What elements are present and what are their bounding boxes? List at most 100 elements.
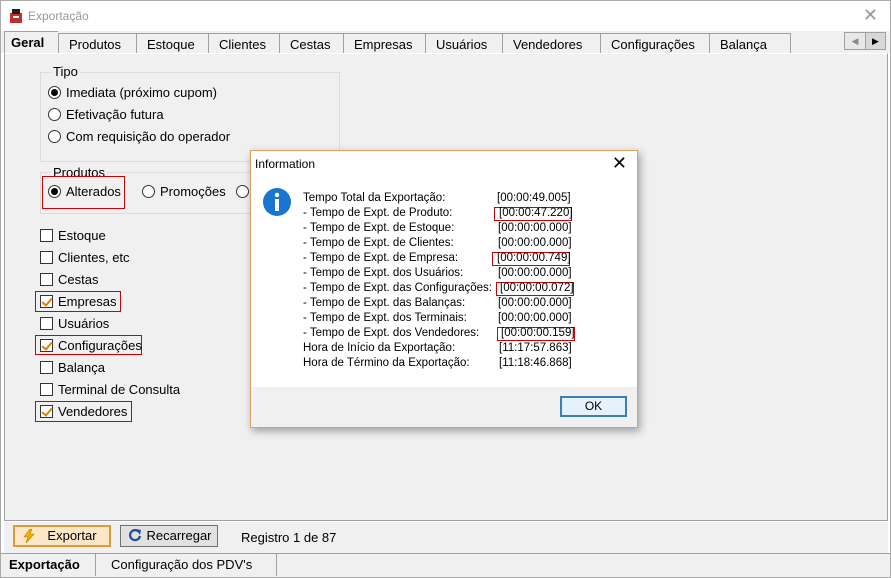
check-configuracoes[interactable]: Configurações	[40, 338, 142, 353]
dialog-line-label: - Tempo de Expt. de Produto:	[303, 207, 453, 219]
reload-icon	[128, 529, 142, 542]
dialog-line-label: - Tempo de Expt. dos Usuários:	[303, 267, 464, 279]
check-empresas[interactable]: Empresas	[40, 294, 117, 309]
tab-clientes[interactable]: Clientes	[208, 33, 279, 53]
dialog-line-label: - Tempo de Expt. das Configurações:	[303, 282, 493, 294]
chevron-left-icon[interactable]: ◀	[845, 33, 865, 49]
dialog-line-label: Tempo Total da Exportação:	[303, 192, 446, 204]
checkbox-label: Empresas	[58, 294, 117, 309]
checkbox-label: Cestas	[58, 272, 99, 287]
dialog-line-value: [00:00:00.000]	[498, 267, 572, 279]
tab-strip: Geral Produtos Estoque Clientes Cestas E…	[1, 31, 890, 53]
app-icon	[10, 9, 22, 23]
tab-exportacao[interactable]: Exportação	[4, 554, 96, 576]
dialog-line-value: [00:00:00.000]	[498, 222, 572, 234]
checkbox-label: Terminal de Consulta	[58, 382, 181, 397]
lightning-icon	[23, 529, 35, 543]
close-icon[interactable]: ✕	[863, 5, 878, 25]
tab-vendedores[interactable]: Vendedores	[502, 33, 600, 53]
checkbox[interactable]	[40, 361, 53, 374]
check-estoque[interactable]: Estoque	[40, 228, 106, 243]
radio-label: Promoções	[160, 184, 226, 199]
radio-button[interactable]	[48, 108, 61, 121]
dialog-line-value: [00:00:49.005]	[497, 192, 571, 204]
export-button[interactable]: Exportar	[13, 525, 111, 547]
ok-button[interactable]: OK	[560, 396, 627, 417]
tab-empresas[interactable]: Empresas	[343, 33, 425, 53]
reload-button[interactable]: Recarregar	[120, 525, 218, 547]
radio-label: Efetivação futura	[66, 107, 164, 122]
checkbox-label: Clientes, etc	[58, 250, 130, 265]
radio-com-requisicao[interactable]: Com requisição do operador	[48, 129, 230, 144]
radio-button[interactable]	[236, 185, 249, 198]
tab-usuarios[interactable]: Usuários	[425, 33, 502, 53]
dialog-line-value: [00:00:00.000]	[498, 312, 572, 324]
info-icon	[263, 188, 291, 216]
chevron-right-icon[interactable]: ▶	[865, 33, 885, 49]
dialog-line-label: Hora de Término da Exportação:	[303, 357, 470, 369]
radio-alterados[interactable]: Alterados	[48, 184, 121, 199]
check-balanca[interactable]: Balança	[40, 360, 105, 375]
dialog-line-label: - Tempo de Expt. de Clientes:	[303, 237, 454, 249]
record-counter: Registro 1 de 87	[241, 530, 337, 545]
dialog-line-value: [00:00:00.072]	[500, 282, 574, 294]
dialog-line-value: [11:18:46.868]	[499, 357, 572, 369]
radio-label: Com requisição do operador	[66, 129, 231, 144]
close-icon[interactable]: ✕	[612, 153, 627, 174]
check-usuarios[interactable]: Usuários	[40, 316, 109, 331]
tab-configuracoes[interactable]: Configurações	[600, 33, 709, 53]
dialog-line-label: - Tempo de Expt. das Balanças:	[303, 297, 466, 309]
dialog-line-value: [11:17:57.863]	[499, 342, 572, 354]
dialog-line-label: - Tempo de Expt. dos Terminais:	[303, 312, 467, 324]
tab-cestas[interactable]: Cestas	[279, 33, 343, 53]
radio-button[interactable]	[48, 130, 61, 143]
dialog-line-label: - Tempo de Expt. dos Vendedores:	[303, 327, 480, 339]
checkbox[interactable]	[40, 405, 53, 418]
radio-button[interactable]	[48, 185, 61, 198]
check-vendedores[interactable]: Vendedores	[40, 404, 127, 419]
dialog-line-value: [00:00:00.159]	[501, 327, 575, 339]
tipo-label: Tipo	[51, 64, 80, 79]
dialog-line-label: - Tempo de Expt. de Estoque:	[303, 222, 455, 234]
radio-button[interactable]	[142, 185, 155, 198]
bottom-toolbar: Exportar Recarregar Registro 1 de 87	[4, 521, 888, 553]
information-dialog: Information ✕ Tempo Total da Exportação:…	[250, 150, 638, 428]
window-title: Exportação	[28, 9, 89, 23]
radio-label: Imediata (próximo cupom)	[66, 85, 217, 100]
dialog-line-label: - Tempo de Expt. de Empresa:	[303, 252, 459, 264]
checkbox[interactable]	[40, 295, 53, 308]
checkbox[interactable]	[40, 317, 53, 330]
dialog-line-value: [00:00:00.749]	[497, 252, 571, 264]
checkbox-label: Estoque	[58, 228, 106, 243]
radio-imediata[interactable]: Imediata (próximo cupom)	[48, 85, 217, 100]
checkbox[interactable]	[40, 229, 53, 242]
dialog-line-value: [00:00:47.220]	[499, 207, 573, 219]
tab-balanca[interactable]: Balança	[709, 33, 791, 53]
export-label: Exportar	[47, 528, 97, 543]
tab-geral[interactable]: Geral	[4, 31, 58, 53]
radio-button[interactable]	[48, 86, 61, 99]
dialog-footer: OK	[251, 387, 637, 427]
radio-label: Alterados	[66, 184, 121, 199]
title-bar: Exportação ✕	[1, 1, 890, 31]
tab-produtos[interactable]: Produtos	[58, 33, 136, 53]
tab-estoque[interactable]: Estoque	[136, 33, 208, 53]
checkbox[interactable]	[40, 339, 53, 352]
tab-scroll-buttons: ◀ ▶	[844, 32, 886, 50]
checkbox-label: Usuários	[58, 316, 110, 331]
check-clientes[interactable]: Clientes, etc	[40, 250, 130, 265]
checkbox[interactable]	[40, 273, 53, 286]
dialog-line-label: Hora de Início da Exportação:	[303, 342, 456, 354]
radio-efetivacao-futura[interactable]: Efetivação futura	[48, 107, 164, 122]
check-terminal-consulta[interactable]: Terminal de Consulta	[40, 382, 180, 397]
checkbox-label: Balança	[58, 360, 105, 375]
radio-promocoes[interactable]: Promoções	[142, 184, 226, 199]
checkbox[interactable]	[40, 383, 53, 396]
checkbox[interactable]	[40, 251, 53, 264]
dialog-line-value: [00:00:00.000]	[498, 297, 572, 309]
bottom-tab-strip: Exportação Configuração dos PDV's	[1, 553, 890, 577]
tab-configuracao-pdvs[interactable]: Configuração dos PDV's	[97, 554, 277, 576]
dialog-line-value: [00:00:00.000]	[498, 237, 572, 249]
checkbox-label: Configurações	[58, 338, 142, 353]
check-cestas[interactable]: Cestas	[40, 272, 98, 287]
